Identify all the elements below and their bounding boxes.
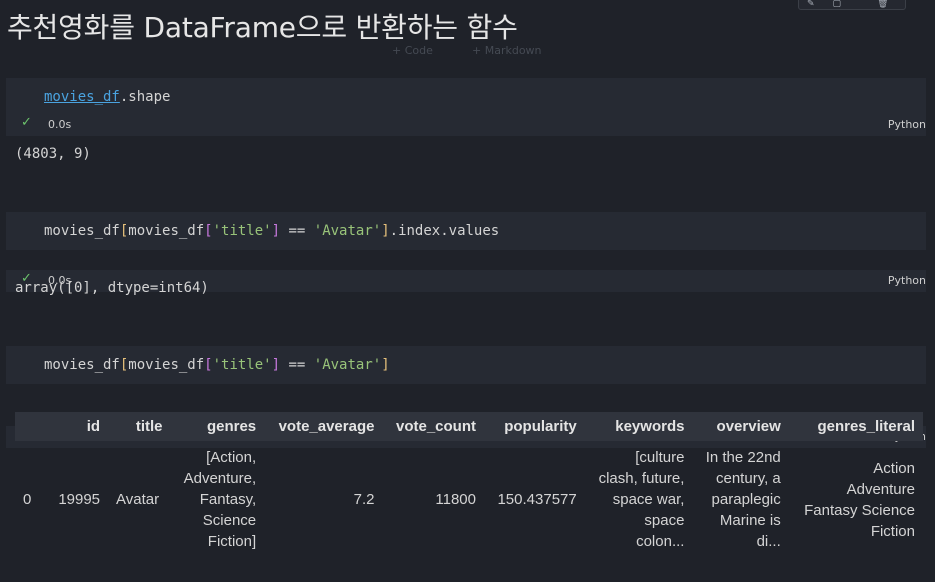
add-code-ghost: + Code [392, 44, 433, 57]
column-header: genres [206, 418, 257, 435]
cell-genres-literal: Action Adventure Fantasy Science Fiction [789, 441, 923, 558]
text-line: space war, [612, 491, 685, 508]
code-token: 'title' [212, 357, 272, 373]
cell-toolbar: ✎ ▢ 🗑 [798, 0, 906, 10]
table-row: 0 19995 Avatar [Action, Adventure, Fanta… [15, 441, 923, 558]
text-line: space [644, 512, 685, 529]
column-header: overview [716, 418, 781, 435]
code-token: ] [271, 223, 281, 239]
dataframe-output: id title genres vote_average vote_count … [15, 412, 923, 558]
code-token: == [280, 357, 314, 373]
code-token: .shape [119, 89, 171, 105]
cell-genres: [Action, Adventure, Fantasy, Science Fic… [171, 441, 265, 558]
table-header-row: id title genres vote_average vote_count … [15, 412, 923, 441]
text-line: Fiction [870, 522, 915, 540]
cell-vote-average: 7.2 [353, 491, 375, 508]
column-header: popularity [504, 418, 577, 435]
row-index: 0 [23, 491, 32, 508]
text-line: Fantasy, [199, 491, 257, 508]
code-token: movies_df [44, 223, 120, 239]
cell-vote-count: 11800 [435, 491, 476, 508]
text-line: Action [873, 459, 915, 477]
code-token: [ [204, 223, 213, 239]
text-line: Marine is [719, 512, 781, 529]
text-line: clash, future, [598, 470, 685, 487]
text-line: Adventure [846, 480, 915, 498]
cell-output-2: array([0], dtype=int64) [15, 280, 209, 296]
markdown-heading: 추천영화를 DataFrame으로 반환하는 함수 [7, 11, 518, 44]
check-icon: ✓ [21, 115, 32, 130]
text-line: di... [756, 533, 781, 550]
code-token: [ [204, 357, 213, 373]
execution-time: 0.0s [48, 118, 72, 131]
column-header: vote_count [395, 418, 476, 435]
code-token: ] [271, 357, 281, 373]
code-token: movies_df [128, 357, 205, 373]
code-token: ] [381, 357, 390, 373]
cell-title: Avatar [116, 491, 160, 508]
code-token: ] [381, 223, 390, 239]
column-header: id [86, 418, 101, 435]
text-line: [culture [635, 449, 685, 466]
column-header: title [135, 418, 163, 435]
text-line: paraplegic [711, 491, 781, 508]
cell-output-1: (4803, 9) [15, 146, 91, 162]
column-header: vote_average [278, 418, 375, 435]
delete-icon[interactable]: 🗑 [877, 0, 888, 9]
text-line: century, a [716, 470, 781, 487]
cell-overview: In the 22nd century, a paraplegic Marine… [692, 441, 788, 558]
column-header: keywords [615, 418, 685, 435]
code-token: 'Avatar' [313, 357, 382, 373]
code-token: == [280, 223, 314, 239]
code-token: movies_df [44, 357, 120, 373]
variable-link[interactable]: movies_df [44, 89, 120, 105]
split-cell-icon[interactable]: ▢ [833, 0, 842, 9]
code-token: 'Avatar' [313, 223, 382, 239]
code-token: .index.values [389, 223, 500, 239]
kernel-language[interactable]: Python [888, 118, 926, 131]
text-line: In the 22nd [705, 449, 781, 466]
code-cell-1[interactable]: movies_df.shape [6, 78, 926, 116]
code-token: 'title' [212, 223, 272, 239]
text-line: Science [202, 512, 257, 529]
text-line: [Action, [206, 449, 257, 466]
add-markdown-ghost: + Markdown [472, 44, 542, 57]
column-header: genres_literal [817, 418, 915, 435]
column-header [15, 412, 47, 441]
text-line: Adventure, [183, 470, 257, 487]
cell-status-bar-1: ✓ 0.0s Python [6, 114, 926, 136]
text-line: Fantasy Science [804, 501, 915, 519]
cell-keywords: [culture clash, future, space war, space… [585, 441, 693, 558]
cell-id: 19995 [58, 491, 101, 508]
kernel-language[interactable]: Python [888, 274, 926, 287]
text-line: Fiction] [207, 533, 257, 550]
text-line: colon... [636, 533, 685, 550]
cell-popularity: 150.437577 [497, 491, 577, 508]
code-cell-3[interactable]: movies_df[movies_df['title'] == 'Avatar'… [6, 346, 926, 384]
code-cell-2[interactable]: movies_df[movies_df['title'] == 'Avatar'… [6, 212, 926, 250]
edit-icon[interactable]: ✎ [807, 0, 815, 9]
code-token: movies_df [128, 223, 205, 239]
